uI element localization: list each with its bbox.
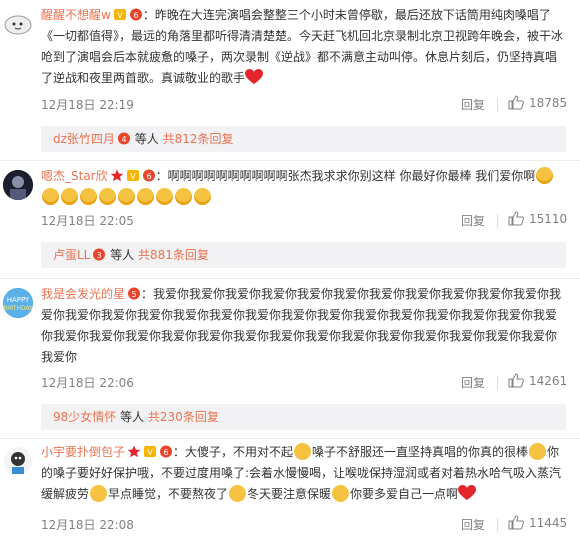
username[interactable]: 小宇要扑倒包子 [41, 445, 125, 459]
reply-button[interactable]: 回复 [461, 96, 485, 113]
replies-count[interactable]: 共812条回复 [163, 132, 234, 146]
crying-emoji-icon [137, 188, 154, 205]
badge-icon: 3 [92, 244, 106, 261]
badge-icon: 5 [127, 286, 141, 300]
crying-emoji-icon [42, 188, 59, 205]
username[interactable]: 我是会发光的星 [41, 287, 125, 301]
like-button[interactable]: 15110 [508, 211, 567, 226]
replies-summary[interactable]: 98少女情怀 等人 共230条回复 [41, 404, 566, 430]
divider [0, 278, 580, 279]
like-count: 18785 [529, 95, 568, 110]
comment-text-6: 你要多爱自己一点啊 [350, 487, 459, 501]
svg-text:BIRTHDAY: BIRTHDAY [3, 305, 33, 312]
crying-emoji-icon [536, 167, 554, 184]
like-count: 15110 [529, 211, 568, 226]
heart-emoji-icon [245, 69, 264, 85]
replies-mid: 等人 [116, 410, 148, 424]
timestamp: 12月18日 22:19 [41, 98, 134, 112]
svg-text:V: V [147, 448, 153, 457]
reply-button[interactable]: 回复 [461, 374, 485, 391]
username[interactable]: 醒醒不想醒w [41, 8, 111, 22]
divider [0, 160, 580, 161]
crying-emoji-icon [175, 188, 192, 205]
timestamp: 12月18日 22:05 [41, 214, 134, 228]
replies-count[interactable]: 共230条回复 [148, 410, 219, 424]
like-count: 11445 [529, 515, 568, 530]
avatar[interactable]: HAPPY BIRTHDAY [3, 288, 33, 318]
badge-icon: 6 [142, 168, 156, 182]
thumbs-up-icon [508, 211, 524, 226]
crying-emoji-icon [99, 188, 116, 205]
replies-summary[interactable]: 卢蛋LL 3 等人 共881条回复 [41, 242, 566, 268]
comment-text: ：啊啊啊啊啊啊啊啊啊啊张杰我求求你别这样 你最好你最棒 我们爱你啊 [155, 169, 536, 183]
replies-count[interactable]: 共881条回复 [138, 248, 209, 262]
vip-icon: V [143, 444, 157, 457]
like-button[interactable]: 11445 [508, 515, 567, 530]
timestamp: 12月18日 22:06 [41, 376, 134, 390]
reply-username[interactable]: dz张竹四月 [53, 132, 115, 146]
svg-text:6: 6 [146, 172, 151, 181]
divider [497, 98, 498, 112]
like-count: 14261 [529, 373, 568, 388]
comment-text: ：大傻子，不用对不起 [173, 445, 294, 459]
svg-text:6: 6 [133, 11, 138, 20]
replies-summary[interactable]: dz张竹四月 4 等人 共812条回复 [41, 126, 566, 152]
like-button[interactable]: 18785 [508, 95, 567, 110]
crying-emoji-row [41, 188, 212, 205]
star-icon [127, 444, 141, 458]
divider [497, 214, 498, 228]
badge-icon: 6 [159, 444, 173, 458]
divider [0, 438, 580, 439]
sad-emoji-icon [529, 443, 547, 460]
thumbs-up-icon [508, 515, 524, 530]
like-button[interactable]: 14261 [508, 373, 567, 388]
svg-text:6: 6 [163, 448, 168, 457]
thumbs-up-icon [508, 95, 524, 110]
divider [497, 518, 498, 532]
avatar[interactable] [3, 8, 33, 38]
smile-emoji-icon [229, 485, 247, 502]
svg-text:HAPPY: HAPPY [7, 296, 30, 304]
heart-emoji-icon [458, 485, 477, 501]
reply-username[interactable]: 卢蛋LL [53, 248, 90, 262]
smile-emoji-icon [90, 485, 108, 502]
svg-text:V: V [130, 172, 136, 181]
timestamp: 12月18日 22:08 [41, 518, 134, 532]
reply-button[interactable]: 回复 [461, 516, 485, 533]
star-icon [110, 168, 124, 182]
crying-emoji-icon [156, 188, 173, 205]
replies-mid: 等人 [106, 248, 139, 262]
comment-text-5: 冬天要注意保暖 [247, 487, 332, 501]
divider [497, 376, 498, 390]
svg-text:V: V [117, 11, 123, 20]
svg-text:4: 4 [121, 135, 126, 144]
avatar[interactable] [3, 170, 33, 200]
username[interactable]: 嗯杰_Star欣 [41, 169, 108, 183]
reply-button[interactable]: 回复 [461, 212, 485, 229]
smile-emoji-icon [332, 485, 350, 502]
badge-icon: 4 [117, 128, 131, 145]
crying-emoji-icon [61, 188, 78, 205]
badge-icon: 6 [129, 7, 143, 21]
comment-text-2: 嗓子不舒服还一直坚持真唱的你真的很棒 [312, 445, 529, 459]
svg-text:3: 3 [97, 251, 102, 260]
comment-text-4: 早点睡觉，不要熬夜了 [108, 487, 229, 501]
avatar[interactable] [3, 446, 33, 476]
reply-username[interactable]: 98少女情怀 [53, 410, 116, 424]
replies-mid: 等人 [130, 132, 163, 146]
thumbs-up-icon [508, 373, 524, 388]
crying-emoji-icon [80, 188, 97, 205]
crying-emoji-icon [118, 188, 135, 205]
crying-emoji-icon [194, 188, 211, 205]
relieved-emoji-icon [294, 443, 312, 460]
vip-icon: V [113, 7, 127, 20]
vip-icon: V [126, 168, 140, 181]
svg-text:5: 5 [131, 290, 136, 299]
